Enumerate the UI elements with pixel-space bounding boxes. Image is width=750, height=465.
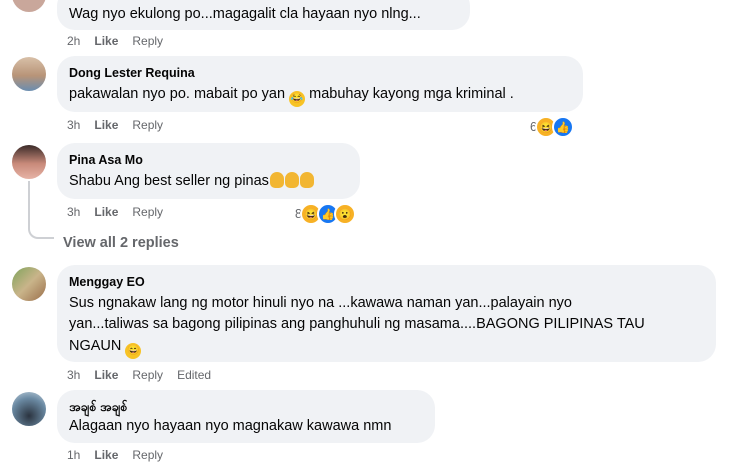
- comment-author[interactable]: Menggay EO: [69, 275, 145, 289]
- comment-actions: 1h Like Reply: [67, 448, 163, 462]
- reply-button[interactable]: Reply: [132, 368, 163, 382]
- reaction-summary[interactable]: 8 😆 👍 😮: [295, 203, 356, 225]
- reply-button[interactable]: Reply: [132, 34, 163, 48]
- comment-text: Alagaan nyo hayaan nyo magnakaw kawawa n…: [69, 418, 392, 434]
- clapping-hands-icon: [269, 172, 284, 188]
- comment-author[interactable]: Pina Asa Mo: [69, 153, 143, 167]
- comment-actions: 2h Like Reply: [67, 34, 163, 48]
- comment-text: Wag nyo ekulong po...magagalit cla hayaa…: [69, 6, 421, 22]
- wow-icon: 😮: [333, 203, 356, 225]
- comment-text: pakawalan nyo po. mabait po yan 😂 mabuha…: [69, 84, 514, 107]
- reply-button[interactable]: Reply: [132, 205, 163, 219]
- clapping-hands-icon: [284, 172, 299, 188]
- reply-button[interactable]: Reply: [132, 118, 163, 132]
- reply-button[interactable]: Reply: [132, 448, 163, 462]
- comment-actions: 3h Like Reply: [67, 205, 163, 219]
- avatar[interactable]: [12, 57, 46, 91]
- comment-author[interactable]: Dong Lester Requina: [69, 66, 195, 80]
- like-button[interactable]: Like: [94, 448, 118, 462]
- edited-label[interactable]: Edited: [177, 368, 211, 382]
- comment-actions: 3h Like Reply: [67, 118, 163, 132]
- avatar[interactable]: [12, 0, 46, 12]
- laughing-emoji-icon: 😂: [289, 91, 306, 107]
- clapping-hands-icon: [299, 172, 314, 188]
- reaction-summary[interactable]: 6 😆 👍: [530, 116, 574, 138]
- comment-text-line: yan...taliwas sa bagong pilipinas ang pa…: [69, 316, 645, 332]
- like-button[interactable]: Like: [94, 34, 118, 48]
- comment-time[interactable]: 1h: [67, 448, 80, 462]
- like-button[interactable]: Like: [94, 368, 118, 382]
- comment-time[interactable]: 2h: [67, 34, 80, 48]
- like-button[interactable]: Like: [94, 118, 118, 132]
- comment-text-line: Sus ngnakaw lang ng motor hinuli nyo na …: [69, 295, 572, 311]
- avatar[interactable]: [12, 145, 46, 179]
- like-button[interactable]: Like: [94, 205, 118, 219]
- comment-time[interactable]: 3h: [67, 205, 80, 219]
- view-replies-link[interactable]: View all 2 replies: [63, 235, 179, 251]
- avatar[interactable]: [12, 267, 46, 301]
- comment-actions: 3h Like Reply Edited: [67, 368, 211, 382]
- comment-time[interactable]: 3h: [67, 118, 80, 132]
- grinning-emoji-icon: 😄: [125, 343, 142, 359]
- reply-thread-line: [28, 181, 54, 239]
- comment-text: Shabu Ang best seller ng pinas: [69, 171, 314, 192]
- avatar[interactable]: [12, 392, 46, 426]
- like-icon: 👍: [551, 116, 574, 138]
- comment-text-line: NGAUN 😄: [69, 336, 142, 359]
- comment-time[interactable]: 3h: [67, 368, 80, 382]
